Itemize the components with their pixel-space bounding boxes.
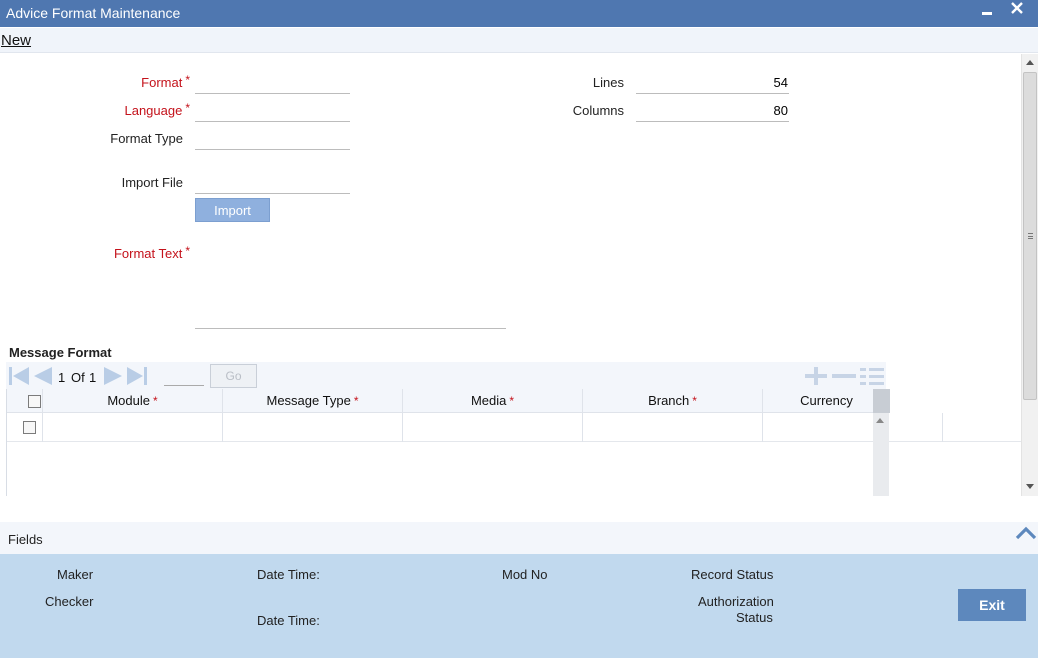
language-label: Language * [124, 101, 190, 118]
scroll-thumb[interactable] [1023, 72, 1037, 400]
chevron-up-icon[interactable] [1015, 526, 1037, 543]
maker-label: Maker [57, 567, 94, 582]
column-header-media[interactable]: Media * [402, 389, 582, 413]
format-type-input[interactable] [195, 128, 350, 150]
table-row [7, 413, 1022, 442]
mod-no-label: Mod No [502, 567, 548, 582]
media-cell[interactable] [402, 413, 582, 442]
page-scrollbar[interactable] [1021, 54, 1038, 496]
grid-header: Module * Message Type * Media * Branch * Cur… [7, 389, 890, 413]
fields-label: Fields [8, 532, 43, 547]
maker-date-time-label: Date Time: [257, 567, 320, 582]
page-total: 1 [89, 370, 97, 385]
lines-label: Lines [592, 75, 624, 90]
scroll-down-icon[interactable] [1026, 484, 1034, 489]
checker-label: Checker [45, 594, 94, 609]
go-button[interactable]: Go [210, 364, 257, 388]
format-label: Format * [141, 73, 190, 90]
columns-input[interactable] [636, 100, 789, 122]
window-title-bar: Advice Format Maintenance [0, 0, 1038, 27]
format-text-area[interactable] [195, 242, 506, 329]
header-scroll-corner [873, 389, 890, 413]
row-select-cell [7, 413, 42, 442]
scroll-up-icon[interactable] [1026, 60, 1034, 65]
exit-button[interactable]: Exit [958, 589, 1026, 621]
audit-footer: Maker Checker Date Time: Date Time: Mod … [0, 554, 1038, 658]
row-checkbox[interactable] [23, 421, 36, 434]
main-content: Format * Language * Format Type Import Fil… [0, 54, 1022, 496]
single-view-icon[interactable] [859, 366, 885, 391]
add-row-icon[interactable] [803, 366, 829, 389]
select-all-cell [7, 389, 42, 413]
menu-bar: New [0, 28, 1038, 53]
import-file-label: Import File [121, 175, 183, 190]
checker-date-time-label: Date Time: [257, 613, 320, 628]
module-cell[interactable] [42, 413, 222, 442]
record-status-label: Record Status [691, 567, 774, 582]
format-type-label: Format Type [110, 131, 183, 146]
message-type-cell[interactable] [222, 413, 402, 442]
window-title: Advice Format Maintenance [6, 5, 181, 21]
select-all-checkbox[interactable] [28, 395, 41, 408]
branch-cell[interactable] [582, 413, 762, 442]
message-format-grid: Module * Message Type * Media * Branch * Cur… [6, 389, 1022, 496]
columns-label: Columns [572, 103, 624, 118]
grid-scroll-up-icon[interactable] [876, 418, 884, 423]
minimize-icon[interactable] [981, 4, 993, 22]
format-text-label: Format Text * [113, 244, 190, 261]
column-header-branch[interactable]: Branch * [582, 389, 762, 413]
close-icon[interactable] [1010, 1, 1024, 20]
authorization-status-label: Status [736, 610, 773, 625]
lines-input[interactable] [636, 72, 789, 94]
grid-scrollbar[interactable] [873, 413, 889, 496]
page-of: Of [71, 370, 85, 385]
authorization-label: Authorization [698, 594, 774, 609]
page-number-input[interactable] [164, 366, 204, 386]
import-button[interactable]: Import [195, 198, 270, 222]
fields-bar: Fields [0, 522, 1038, 554]
language-input[interactable] [195, 100, 350, 122]
column-header-currency[interactable]: Currency [762, 389, 890, 413]
grid-toolbar: 1 Of 1 Go [6, 362, 886, 389]
grip-icon [1028, 233, 1033, 239]
column-header-module[interactable]: Module * [42, 389, 222, 413]
currency-cell[interactable] [762, 413, 942, 442]
new-link[interactable]: New [1, 32, 31, 49]
message-format-title: Message Format [9, 345, 112, 360]
extra-cell [942, 413, 1022, 442]
column-header-message-type[interactable]: Message Type * [222, 389, 402, 413]
format-input[interactable] [195, 72, 350, 94]
page-current: 1 [58, 370, 66, 385]
import-file-input[interactable] [195, 172, 350, 194]
delete-row-icon[interactable] [831, 366, 857, 389]
